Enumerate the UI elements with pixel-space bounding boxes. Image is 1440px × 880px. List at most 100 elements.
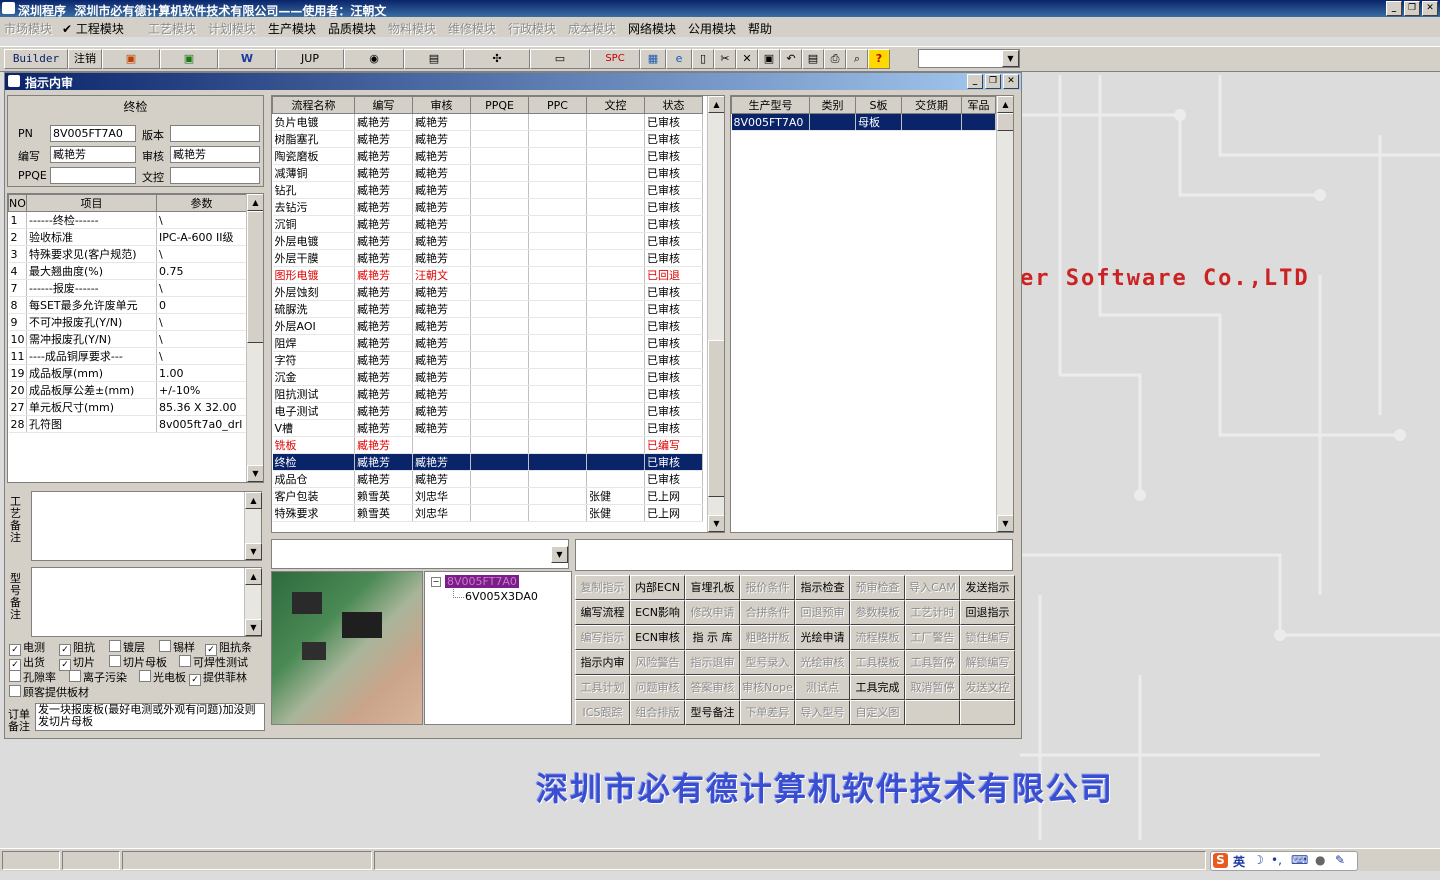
- review-field[interactable]: 臧艳芳: [170, 146, 260, 163]
- model-note-box[interactable]: ▲ ▼: [31, 567, 262, 637]
- undo-icon[interactable]: ↶: [780, 49, 802, 69]
- model-header[interactable]: 类别: [809, 96, 856, 114]
- flow-row[interactable]: 沉铜 臧艳芳 臧艳芳 已审核: [272, 215, 703, 233]
- command-button[interactable]: 光绘审核: [795, 650, 850, 675]
- menu-item-12[interactable]: 帮助: [748, 20, 772, 37]
- menu-item-1[interactable]: ✔ 工程模块: [62, 20, 124, 37]
- scroll-down-icon[interactable]: ▼: [708, 515, 724, 532]
- params-row[interactable]: 11 ----成品铜厚要求--- \: [8, 347, 247, 365]
- unchecked-icon[interactable]: [139, 670, 151, 682]
- unchecked-icon[interactable]: [109, 655, 121, 667]
- punctuation-icon[interactable]: •,: [1271, 853, 1282, 867]
- command-button[interactable]: 指 示 库: [685, 625, 740, 650]
- flow-row[interactable]: 硫脲洗 臧艳芳 臧艳芳 已审核: [272, 300, 703, 318]
- ime-tray[interactable]: S 英 ☽ •, ⌨ ● ✎: [1210, 851, 1358, 871]
- process-note-box[interactable]: ▲ ▼: [31, 491, 262, 561]
- command-button[interactable]: 审核Nope: [740, 675, 795, 700]
- command-button[interactable]: 流程模板: [850, 625, 905, 650]
- scroll-down-icon[interactable]: ▼: [247, 465, 263, 482]
- new-file-icon[interactable]: ▯: [692, 49, 714, 69]
- model-header[interactable]: 交货期: [901, 96, 962, 114]
- flow-row[interactable]: 电子测试 臧艳芳 臧艳芳 已审核: [272, 402, 703, 420]
- scroll-thumb[interactable]: [997, 113, 1013, 131]
- unchecked-icon[interactable]: [69, 670, 81, 682]
- flow-row[interactable]: 铣板 臧艳芳 已编写: [272, 436, 703, 454]
- command-button[interactable]: 复制指示: [575, 575, 630, 600]
- menu-item-3[interactable]: 计划模块: [208, 20, 256, 37]
- flow-row[interactable]: 树脂塞孔 臧艳芳 臧艳芳 已审核: [272, 130, 703, 148]
- excel-icon[interactable]: ▣: [160, 49, 218, 69]
- flow-row[interactable]: 外层AOI 臧艳芳 臧艳芳 已审核: [272, 317, 703, 335]
- command-button[interactable]: 工具模板: [850, 650, 905, 675]
- delete-icon[interactable]: ✕: [736, 49, 758, 69]
- unchecked-icon[interactable]: [9, 670, 21, 682]
- command-button[interactable]: 光绘申请: [795, 625, 850, 650]
- command-button[interactable]: 工艺计时: [905, 600, 960, 625]
- flow-row[interactable]: 沉金 臧艳芳 臧艳芳 已审核: [272, 368, 703, 386]
- command-button[interactable]: 回退预审: [795, 600, 850, 625]
- command-button[interactable]: 解锁编写: [960, 650, 1015, 675]
- params-row[interactable]: 1 ------终检------ \: [8, 211, 247, 229]
- command-button[interactable]: ECN审核: [630, 625, 685, 650]
- flow-scrollbar[interactable]: ▲ ▼: [707, 96, 724, 532]
- flow-row[interactable]: 字符 臧艳芳 臧艳芳 已审核: [272, 351, 703, 369]
- flow-header[interactable]: 状态: [644, 96, 703, 114]
- command-button[interactable]: 发送文控: [960, 675, 1015, 700]
- checkbox-item[interactable]: 光电板: [139, 669, 186, 685]
- params-row[interactable]: 7 ------报废------ \: [8, 279, 247, 297]
- command-button[interactable]: 自定义图: [850, 700, 905, 725]
- menu-item-4[interactable]: 生产模块: [268, 20, 316, 37]
- command-button[interactable]: 取消暂停: [905, 675, 960, 700]
- checkbox-item[interactable]: 锡样: [159, 639, 195, 655]
- flow-row[interactable]: 阻抗测试 臧艳芳 臧艳芳 已审核: [272, 385, 703, 403]
- flow-combo[interactable]: ▼: [271, 539, 569, 569]
- unchecked-icon[interactable]: [109, 640, 121, 652]
- command-button[interactable]: 导入CAM: [905, 575, 960, 600]
- menu-item-5[interactable]: 品质模块: [328, 20, 376, 37]
- params-row[interactable]: 9 不可冲报废孔(Y/N) \: [8, 313, 247, 331]
- flow-header[interactable]: 文控: [586, 96, 645, 114]
- scroll-down-icon[interactable]: ▼: [245, 619, 262, 636]
- params-header[interactable]: 参数: [156, 194, 247, 212]
- restore-button[interactable]: ❐: [1404, 1, 1420, 16]
- params-row[interactable]: 4 最大翘曲度(%) 0.75: [8, 262, 247, 280]
- word-icon[interactable]: W: [218, 49, 276, 69]
- command-button[interactable]: 回退指示: [960, 600, 1015, 625]
- command-button[interactable]: 指示退审: [685, 650, 740, 675]
- scroll-down-icon[interactable]: ▼: [997, 515, 1013, 532]
- checked-icon[interactable]: ✓: [189, 674, 201, 686]
- jup-button[interactable]: JUP: [276, 49, 344, 69]
- command-button[interactable]: 风险警告: [630, 650, 685, 675]
- menu-item-2[interactable]: 工艺模块: [148, 20, 196, 37]
- menu-item-7[interactable]: 维修模块: [448, 20, 496, 37]
- save-icon[interactable]: ▣: [758, 49, 780, 69]
- checkbox-item[interactable]: 孔隙率: [9, 669, 56, 685]
- ppqe-field[interactable]: [50, 167, 136, 184]
- command-button[interactable]: 下单差异: [740, 700, 795, 725]
- model-header[interactable]: 生产型号: [731, 96, 810, 114]
- eye-icon[interactable]: ◉: [344, 49, 404, 69]
- params-row[interactable]: 19 成品板厚(mm) 1.00: [8, 364, 247, 382]
- help-icon[interactable]: ?: [868, 49, 890, 69]
- command-button[interactable]: [960, 700, 1015, 725]
- model-row[interactable]: 8V005FT7A0 母板: [731, 113, 996, 131]
- author-field[interactable]: 臧艳芳: [50, 146, 136, 163]
- window-icon[interactable]: ▦: [640, 49, 666, 69]
- scroll-up-icon[interactable]: ▲: [708, 96, 724, 113]
- command-button[interactable]: 锁住编写: [960, 625, 1015, 650]
- user-icon[interactable]: ●: [1315, 853, 1325, 867]
- preview-icon[interactable]: ▤: [802, 49, 824, 69]
- command-button[interactable]: 测试点: [795, 675, 850, 700]
- params-header[interactable]: NO: [8, 194, 27, 212]
- command-button[interactable]: 工具完成: [850, 675, 905, 700]
- doc-control-field[interactable]: [170, 167, 260, 184]
- ime-mode-label[interactable]: 英: [1233, 853, 1245, 870]
- command-button[interactable]: 内部ECN: [630, 575, 685, 600]
- model-scrollbar[interactable]: ▲ ▼: [996, 96, 1013, 532]
- flow-row[interactable]: 去钻污 臧艳芳 臧艳芳 已审核: [272, 198, 703, 216]
- order-note-box[interactable]: 发一块报废板(最好电测或外观有问题)加没则发切片母板: [35, 703, 265, 731]
- scroll-up-icon[interactable]: ▲: [997, 96, 1013, 113]
- flow-row[interactable]: 成品仓 臧艳芳 臧艳芳 已审核: [272, 470, 703, 488]
- command-button[interactable]: 编写指示: [575, 625, 630, 650]
- command-button[interactable]: 参数模板: [850, 600, 905, 625]
